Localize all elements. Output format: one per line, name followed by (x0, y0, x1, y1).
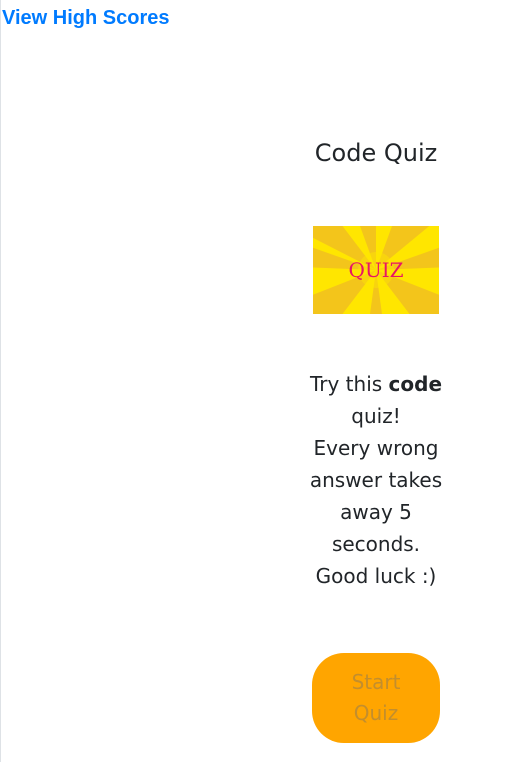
quiz-instructions: Try this code quiz! Every wrong answer t… (309, 368, 443, 592)
view-high-scores-link[interactable]: View High Scores (2, 5, 169, 31)
quiz-banner-image: QUIZ (313, 226, 439, 314)
instructions-emphasis: code (388, 372, 443, 396)
instructions-good-luck-text: Good luck :) (315, 564, 437, 588)
quiz-title: Code Quiz (314, 139, 438, 167)
page-left-border (0, 0, 1, 762)
instructions-tail: quiz! (351, 404, 401, 428)
quiz-banner-label: QUIZ (348, 258, 404, 282)
start-quiz-button[interactable]: Start Quiz (312, 653, 440, 743)
quiz-card: Code Quiz QUIZ Try this code quiz! Every… (309, 135, 443, 743)
instructions-lead: Try this (309, 372, 389, 396)
instructions-penalty-text: Every wrong answer takes away 5 seconds. (309, 436, 443, 556)
